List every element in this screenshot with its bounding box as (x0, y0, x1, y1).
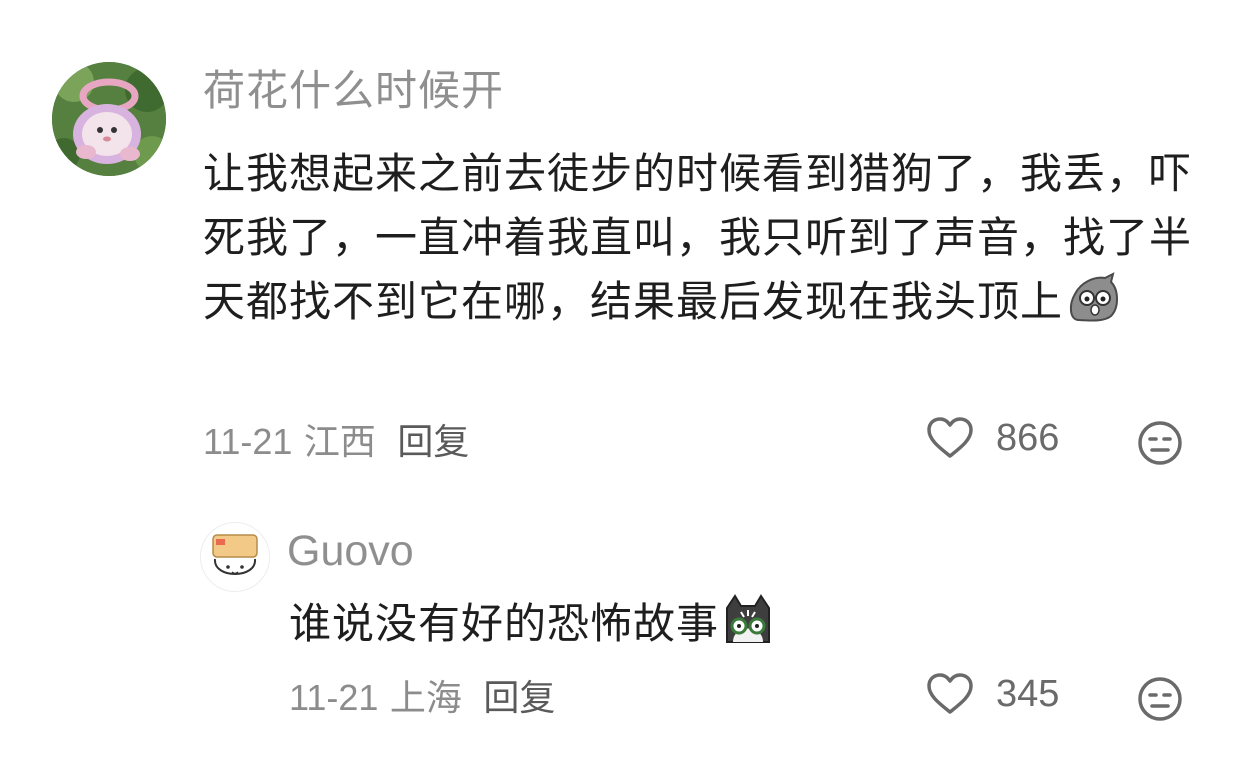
shocked-cat-emoji-icon (721, 594, 775, 664)
avatar-image (52, 62, 166, 176)
comment-date: 11-21 (289, 677, 379, 718)
comment-content: 让我想起来之前去徒步的时候看到猎狗了，我丢，吓死我了，一直冲着我直叫，我只听到了… (203, 142, 1193, 342)
expressionless-face-icon (1138, 677, 1182, 721)
avatar[interactable] (200, 522, 270, 592)
like-count: 866 (996, 416, 1060, 459)
reply-button[interactable]: 回复 (483, 678, 555, 719)
avatar[interactable] (52, 62, 166, 176)
avatar-image (201, 523, 269, 591)
comment-meta: 11-21 江西 回复 (203, 418, 469, 467)
comment-content: 谁说没有好的恐怖故事 (289, 592, 775, 664)
like-count: 345 (996, 672, 1060, 715)
comment-username[interactable]: 荷花什么时候开 (203, 64, 504, 118)
heart-icon (927, 673, 973, 714)
comment-date: 11-21 (203, 421, 293, 462)
comment-text: 谁说没有好的恐怖故事 (289, 599, 720, 648)
dislike-button[interactable] (1137, 420, 1183, 470)
comment-text: 让我想起来之前去徒步的时候看到猎狗了，我丢，吓死我了，一直冲着我直叫，我只听到了… (203, 149, 1193, 326)
reply-button[interactable]: 回复 (397, 422, 469, 463)
comment-location: 上海 (389, 678, 462, 719)
heart-icon (927, 417, 973, 458)
expressionless-face-icon (1138, 421, 1182, 465)
comment-location: 江西 (303, 422, 376, 463)
comment-meta: 11-21 上海 回复 (289, 674, 555, 723)
dislike-button[interactable] (1137, 676, 1183, 726)
like-button[interactable]: 345 (926, 672, 1059, 716)
like-button[interactable]: 866 (926, 416, 1059, 460)
scared-bird-emoji-icon (1065, 272, 1121, 342)
comment-username[interactable]: Guovo (287, 524, 414, 578)
